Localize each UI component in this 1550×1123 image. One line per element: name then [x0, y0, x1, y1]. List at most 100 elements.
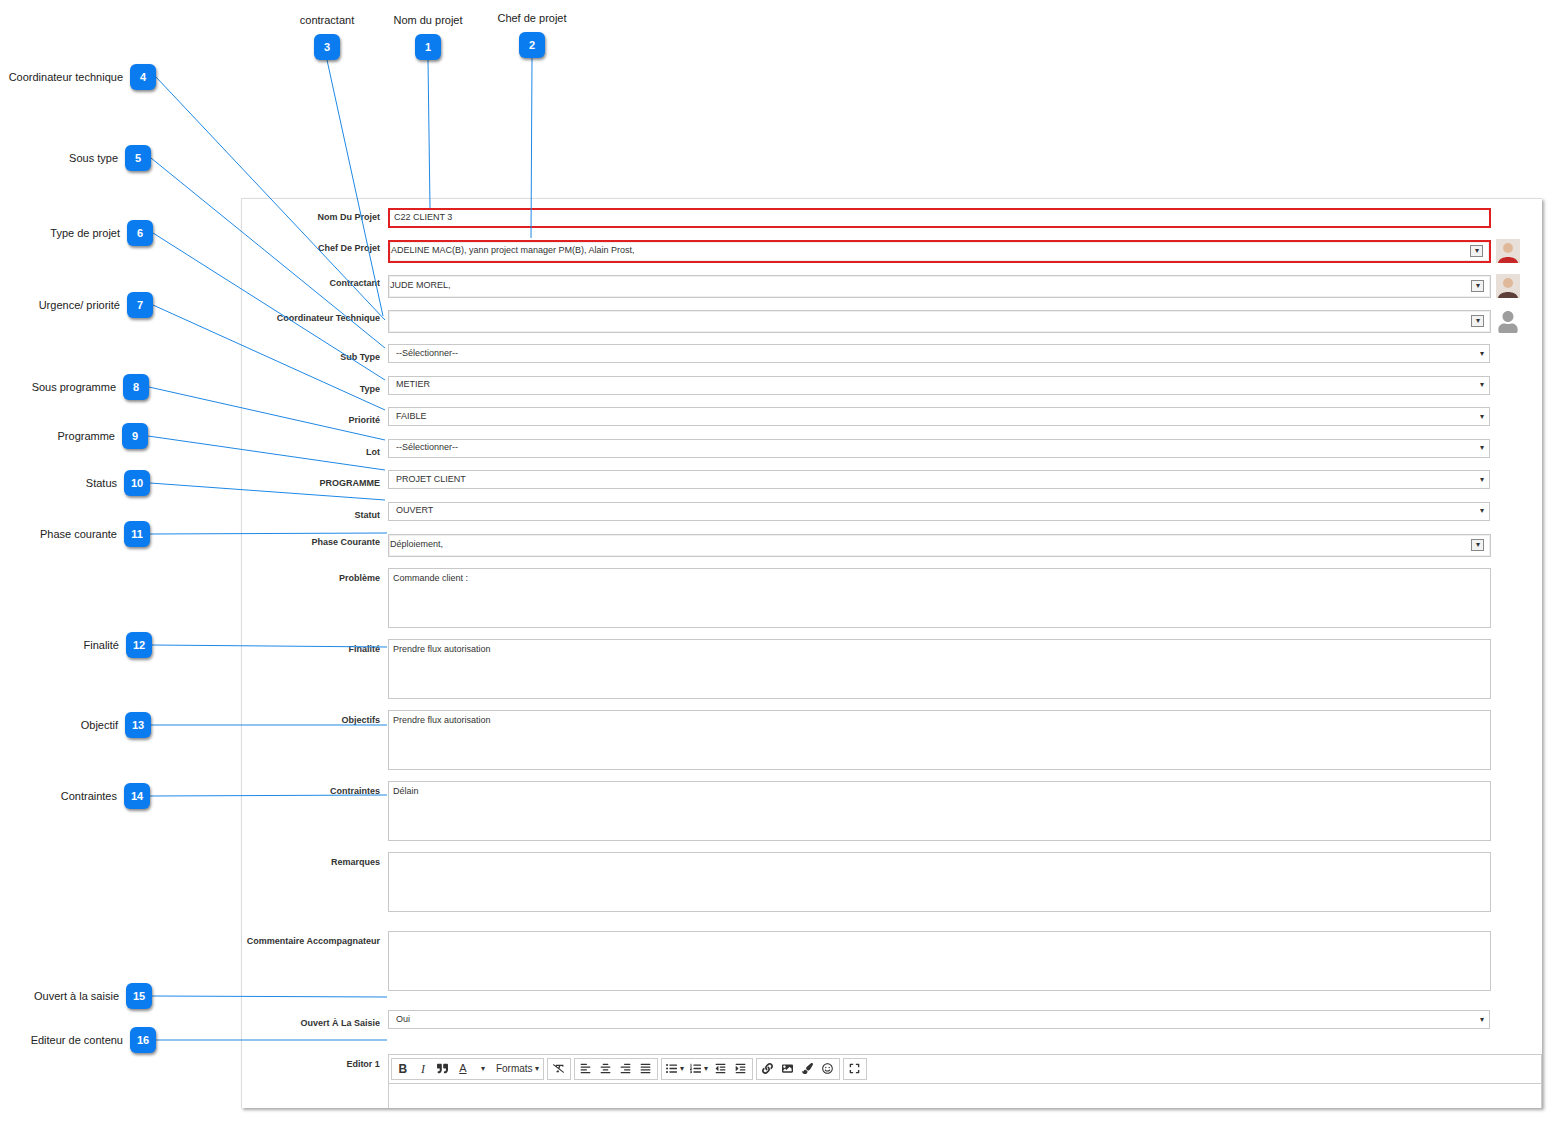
italic-button[interactable]: I: [413, 1059, 433, 1079]
align-right-icon: [620, 1063, 631, 1074]
callout: 6Type de projet: [127, 220, 153, 246]
callout-label: Programme: [58, 428, 115, 445]
select[interactable]: PROJET CLIENT▾: [388, 470, 1490, 489]
textarea[interactable]: Commande client :: [388, 568, 1491, 628]
callout: 5Sous type: [125, 145, 151, 171]
textarea[interactable]: Prendre flux autorisation: [388, 639, 1491, 699]
text-input[interactable]: C22 CLIENT 3: [388, 208, 1491, 228]
image-icon: [782, 1063, 793, 1074]
select[interactable]: OUVERT▾: [388, 502, 1490, 521]
callout-badge: 3: [314, 34, 340, 60]
callout-lines: [0, 0, 1550, 1123]
avatar-photo-icon: [1496, 239, 1520, 263]
multi-select[interactable]: ▾: [388, 310, 1491, 333]
text-color-button[interactable]: A: [453, 1059, 473, 1079]
select[interactable]: --Sélectionner--▾: [388, 344, 1490, 363]
multi-select[interactable]: JUDE MOREL,▾: [388, 275, 1491, 298]
formats-button[interactable]: Formats▾: [493, 1059, 542, 1079]
form-panel: Nom Du ProjetC22 CLIENT 3Chef De ProjetA…: [241, 198, 1542, 1108]
textarea[interactable]: Délain: [388, 781, 1491, 841]
field-label: Remarques: [242, 852, 388, 870]
form-row: Commentaire Accompagnateur: [242, 931, 1542, 991]
field-label: Priorité: [242, 407, 388, 428]
form-row: StatutOUVERT▾: [242, 502, 1542, 523]
align-center-icon: [600, 1063, 611, 1074]
multi-select[interactable]: Déploiement,▾: [388, 534, 1491, 557]
callout-badge: 12: [126, 632, 152, 658]
align-center-button[interactable]: [596, 1059, 616, 1079]
dropdown-button[interactable]: ▾: [1470, 245, 1483, 257]
callout-label: Status: [86, 475, 117, 492]
form-row: FinalitéPrendre flux autorisation: [242, 639, 1542, 699]
numbered-list-icon: [690, 1063, 701, 1074]
clear-format-icon: [553, 1063, 564, 1074]
select[interactable]: Oui▾: [388, 1010, 1490, 1029]
rich-text-editor[interactable]: BIA▾Formats▾▾▾: [388, 1054, 1542, 1109]
align-left-icon: [580, 1063, 591, 1074]
callout-label: Nom du projet: [393, 12, 462, 29]
form-row: Editor 1BIA▾Formats▾▾▾: [242, 1054, 1542, 1109]
callout: 1Nom du projet: [415, 34, 441, 60]
field-label: Problème: [242, 568, 388, 586]
form-row: Nom Du ProjetC22 CLIENT 3: [242, 208, 1542, 228]
callout-label: Chef de projet: [497, 10, 566, 27]
align-justify-button[interactable]: [636, 1059, 656, 1079]
align-right-button[interactable]: [616, 1059, 636, 1079]
field-label: Ouvert À La Saisie: [242, 1010, 388, 1031]
field-label: Finalité: [242, 639, 388, 657]
callout-label: Coordinateur technique: [9, 69, 123, 86]
brush-button[interactable]: [798, 1059, 818, 1079]
callout-badge: 5: [125, 145, 151, 171]
callout: 15Ouvert à la saisie: [126, 983, 152, 1009]
field-label: PROGRAMME: [242, 470, 388, 491]
textarea[interactable]: [388, 931, 1491, 991]
quote-button[interactable]: [433, 1059, 453, 1079]
textarea[interactable]: [388, 852, 1491, 912]
callout: 16Editeur de contenu: [130, 1027, 156, 1053]
clear-format-button[interactable]: [549, 1059, 569, 1079]
callout-label: Type de projet: [50, 225, 120, 242]
textarea[interactable]: Prendre flux autorisation: [388, 710, 1491, 770]
field-label: Type: [242, 376, 388, 397]
form-row: Sub Type--Sélectionner--▾: [242, 344, 1542, 365]
callout-badge: 16: [130, 1027, 156, 1053]
callout-badge: 14: [124, 783, 150, 809]
field-label: Commentaire Accompagnateur: [242, 931, 388, 949]
form-row: ObjectifsPrendre flux autorisation: [242, 710, 1542, 770]
form-row: Remarques: [242, 852, 1542, 912]
field-label: Sub Type: [242, 344, 388, 365]
field-label: Phase Courante: [242, 533, 388, 550]
link-button[interactable]: [758, 1059, 778, 1079]
dropdown-button[interactable]: ▾: [1471, 315, 1484, 327]
emoji-button[interactable]: [818, 1059, 838, 1079]
dropdown-button[interactable]: ▾: [1471, 280, 1484, 292]
align-left-button[interactable]: [576, 1059, 596, 1079]
text-color-caret[interactable]: ▾: [473, 1059, 493, 1079]
indent-button[interactable]: [731, 1059, 751, 1079]
select[interactable]: FAIBLE▾: [388, 407, 1490, 426]
callout: 8Sous programme: [123, 374, 149, 400]
callout: 4Coordinateur technique: [130, 64, 156, 90]
callout: 14Contraintes: [124, 783, 150, 809]
callout-label: Sous type: [69, 150, 118, 167]
callout-badge: 1: [415, 34, 441, 60]
outdent-button[interactable]: [711, 1059, 731, 1079]
page: Nom Du ProjetC22 CLIENT 3Chef De ProjetA…: [0, 0, 1550, 1123]
form-row: Coordinateur Technique▾: [242, 309, 1542, 333]
form-row: Phase CouranteDéploiement,▾: [242, 533, 1542, 557]
avatar-placeholder-icon: [1496, 309, 1520, 333]
form-row: TypeMETIER▾: [242, 376, 1542, 397]
fullscreen-button[interactable]: [845, 1059, 865, 1079]
multi-select[interactable]: ADELINE MAC(B), yann project manager PM(…: [388, 240, 1491, 263]
callout-label: Phase courante: [40, 526, 117, 543]
callout: 2Chef de projet: [519, 32, 545, 58]
bullet-list-button[interactable]: ▾: [663, 1059, 687, 1079]
select[interactable]: --Sélectionner--▾: [388, 439, 1490, 458]
select[interactable]: METIER▾: [388, 376, 1490, 395]
image-button[interactable]: [778, 1059, 798, 1079]
form-row: Lot--Sélectionner--▾: [242, 439, 1542, 460]
bold-button[interactable]: B: [393, 1059, 413, 1079]
callout-label: contractant: [300, 12, 354, 29]
numbered-list-button[interactable]: ▾: [687, 1059, 711, 1079]
dropdown-button[interactable]: ▾: [1471, 539, 1484, 551]
